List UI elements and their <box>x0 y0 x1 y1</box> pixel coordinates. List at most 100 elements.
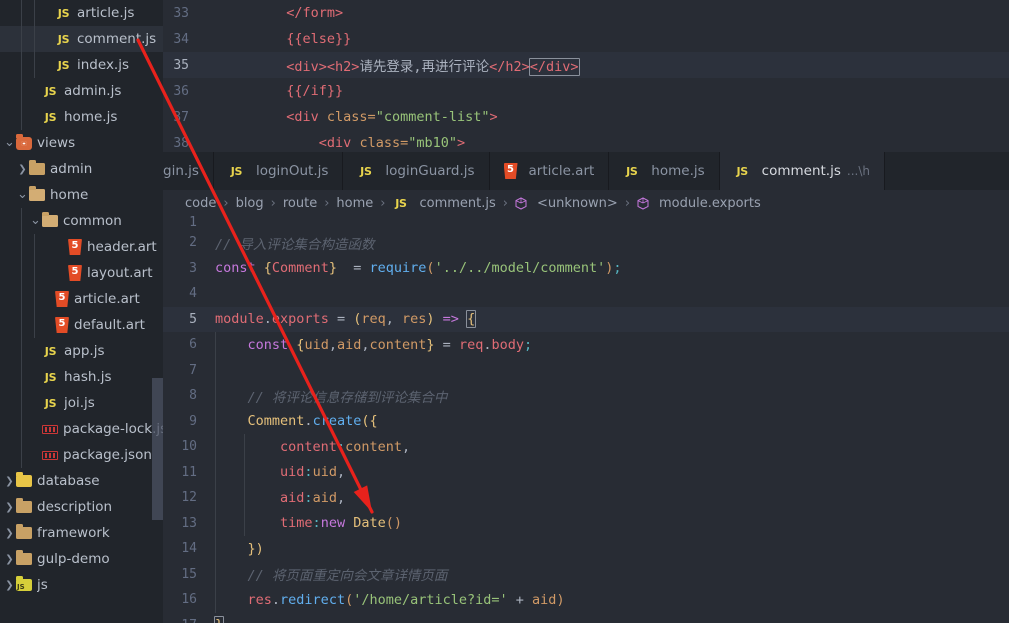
code-line-active: 35 <div><h2>请先登录,再进行评论</h2></div> <box>163 52 1009 78</box>
code-line: 33 </form> <box>163 0 1009 26</box>
indent-guide <box>34 286 35 312</box>
code-token: Comment <box>271 260 329 277</box>
js-file-icon: JS <box>360 164 372 178</box>
tree-item-default-art[interactable]: default.art <box>0 312 163 338</box>
breadcrumb-separator: › <box>624 195 631 211</box>
tree-item-package-json[interactable]: package.json <box>0 442 163 468</box>
tree-item-hash-js[interactable]: JS hash.js <box>0 364 163 390</box>
line-number: 14 <box>181 541 197 557</box>
tree-item-article-js[interactable]: JS article.js <box>0 0 163 26</box>
tree-item-package-lock-js-[interactable]: package-lock.js... <box>0 416 163 442</box>
editor-tab-loginguard-js[interactable]: JS loginGuard.js <box>343 152 490 190</box>
editor-pane-top[interactable]: 33 </form> 34 {{else}} 35 <div><h2>请先登录,… <box>163 0 1009 152</box>
tree-item-home-js[interactable]: JS home.js <box>0 104 163 130</box>
line-number: 8 <box>189 388 197 404</box>
code-line-active: 5 module.exports = (req, res) => { <box>163 306 1009 332</box>
tree-item-joi-js[interactable]: JS joi.js <box>0 390 163 416</box>
folder-icon-glyph <box>29 160 45 175</box>
chevron-right-icon[interactable]: ❯ <box>3 528 16 539</box>
tree-item-admin[interactable]: ❯ admin <box>0 156 163 182</box>
tree-item-comment-js[interactable]: JS comment.js <box>0 26 163 52</box>
tree-item-app-js[interactable]: JS app.js <box>0 338 163 364</box>
breadcrumb-item[interactable]: home <box>336 196 373 211</box>
code-token: res <box>247 591 272 608</box>
code-line: 4 <box>163 281 1009 307</box>
folder-icon <box>29 160 45 175</box>
code-token: aid <box>336 336 362 353</box>
line-content: res.redirect('/home/article?id=' + aid) <box>215 592 1009 608</box>
line-number: 38 <box>173 135 189 151</box>
folder-icon-glyph <box>16 524 32 539</box>
code-token: </h2> <box>489 59 530 75</box>
tree-item-article-art[interactable]: article.art <box>0 286 163 312</box>
chevron-down-icon[interactable]: ⌄ <box>16 188 29 201</box>
tree-item-database[interactable]: ❯ database <box>0 468 163 494</box>
js-file-icon: JS <box>736 164 748 178</box>
chevron-down-icon[interactable]: ⌄ <box>3 136 16 149</box>
breadcrumb-item[interactable]: comment.js <box>419 196 495 211</box>
code-token: ( <box>426 260 435 277</box>
breadcrumb-item[interactable]: route <box>283 196 317 211</box>
code-token: . <box>304 413 313 430</box>
chevron-right-icon[interactable]: ❯ <box>3 502 16 513</box>
indent-guide <box>34 234 35 260</box>
tree-item-views[interactable]: ⌄ views <box>0 130 163 156</box>
breadcrumb-item[interactable]: blog <box>236 196 264 211</box>
tree-item-layout-art[interactable]: layout.art <box>0 260 163 286</box>
line-number: 36 <box>173 83 189 99</box>
code-line: 37 <div class="comment-list"> <box>163 104 1009 130</box>
line-content: time:new Date() <box>215 515 1009 531</box>
editor-tab-gin-js[interactable]: gin.js <box>163 152 214 190</box>
file-tree[interactable]: JS article.js JS comment.js JS index.js JS admi… <box>0 0 163 598</box>
js-file-icon: JS <box>44 110 57 124</box>
folder-views-icon-glyph <box>16 133 32 150</box>
folder-db-icon-glyph <box>16 472 32 487</box>
indent-guide <box>21 390 22 416</box>
code-token: => <box>434 311 468 328</box>
code-token: {{else}} <box>286 31 352 47</box>
editor-pane-main[interactable]: 1 2 // 导入评论集合构造函数 3 const {Comment} = re… <box>163 216 1009 623</box>
breadcrumb-item[interactable]: <unknown> <box>537 196 618 211</box>
editor-tab-comment-js[interactable]: JS comment.js ...\h <box>719 152 885 190</box>
breadcrumb-separator: › <box>223 195 229 211</box>
html5-file-icon <box>503 163 518 179</box>
line-content: </form> <box>205 5 1009 21</box>
editor-tab-article-art[interactable]: article.art <box>489 152 610 190</box>
file-explorer-sidebar[interactable]: JS article.js JS comment.js JS index.js JS admi… <box>0 0 163 623</box>
code-token: <div><h2> <box>286 59 360 75</box>
chevron-down-icon[interactable]: ⌄ <box>29 214 42 227</box>
tree-item-framework[interactable]: ❯ framework <box>0 520 163 546</box>
tree-item-header-art[interactable]: header.art <box>0 234 163 260</box>
code-token: <div <box>286 109 327 125</box>
chevron-right-icon[interactable]: ❯ <box>3 580 16 591</box>
line-number: 2 <box>189 235 197 251</box>
breadcrumb[interactable]: code › blog › route › home › JS comment.js › <unkno… <box>163 190 1009 216</box>
tree-item-admin-js[interactable]: JS admin.js <box>0 78 163 104</box>
chevron-right-icon[interactable]: ❯ <box>3 554 16 565</box>
editor-tab-loginout-js[interactable]: JS loginOut.js <box>213 152 344 190</box>
tree-item-label: article.art <box>74 291 140 307</box>
tree-item-common[interactable]: ⌄ common <box>0 208 163 234</box>
tree-item-label: framework <box>37 525 110 541</box>
tree-item-label: package.json <box>63 447 152 463</box>
tree-item-index-js[interactable]: JS index.js <box>0 52 163 78</box>
chevron-right-icon[interactable]: ❯ <box>16 164 29 175</box>
code-token: // 将评论信息存储到评论集合中 <box>247 389 448 406</box>
line-content: aid:aid, <box>215 490 1009 506</box>
tree-item-description[interactable]: ❯ description <box>0 494 163 520</box>
code-line: 10 content:content, <box>163 434 1009 460</box>
breadcrumb-item[interactable]: module.exports <box>659 196 761 211</box>
code-line: 17 } <box>163 613 1009 623</box>
tree-item-gulp-demo[interactable]: ❯ gulp-demo <box>0 546 163 572</box>
tree-item-home[interactable]: ⌄ home <box>0 182 163 208</box>
js-file-icon: JS <box>44 344 57 358</box>
code-line: 6 const {uid,aid,content} = req.body; <box>163 332 1009 358</box>
indent-guide <box>21 0 22 26</box>
sidebar-scrollbar-thumb[interactable] <box>152 378 163 520</box>
tree-item-js[interactable]: ❯ js <box>0 572 163 598</box>
code-token: } <box>328 260 337 277</box>
breadcrumb-item[interactable]: code <box>185 196 216 211</box>
editor-tab-home-js[interactable]: JS home.js <box>609 152 720 190</box>
editor-tab-bar[interactable]: gin.js JS loginOut.js JS loginGuard.js articl… <box>163 152 1009 190</box>
chevron-right-icon[interactable]: ❯ <box>3 476 16 487</box>
